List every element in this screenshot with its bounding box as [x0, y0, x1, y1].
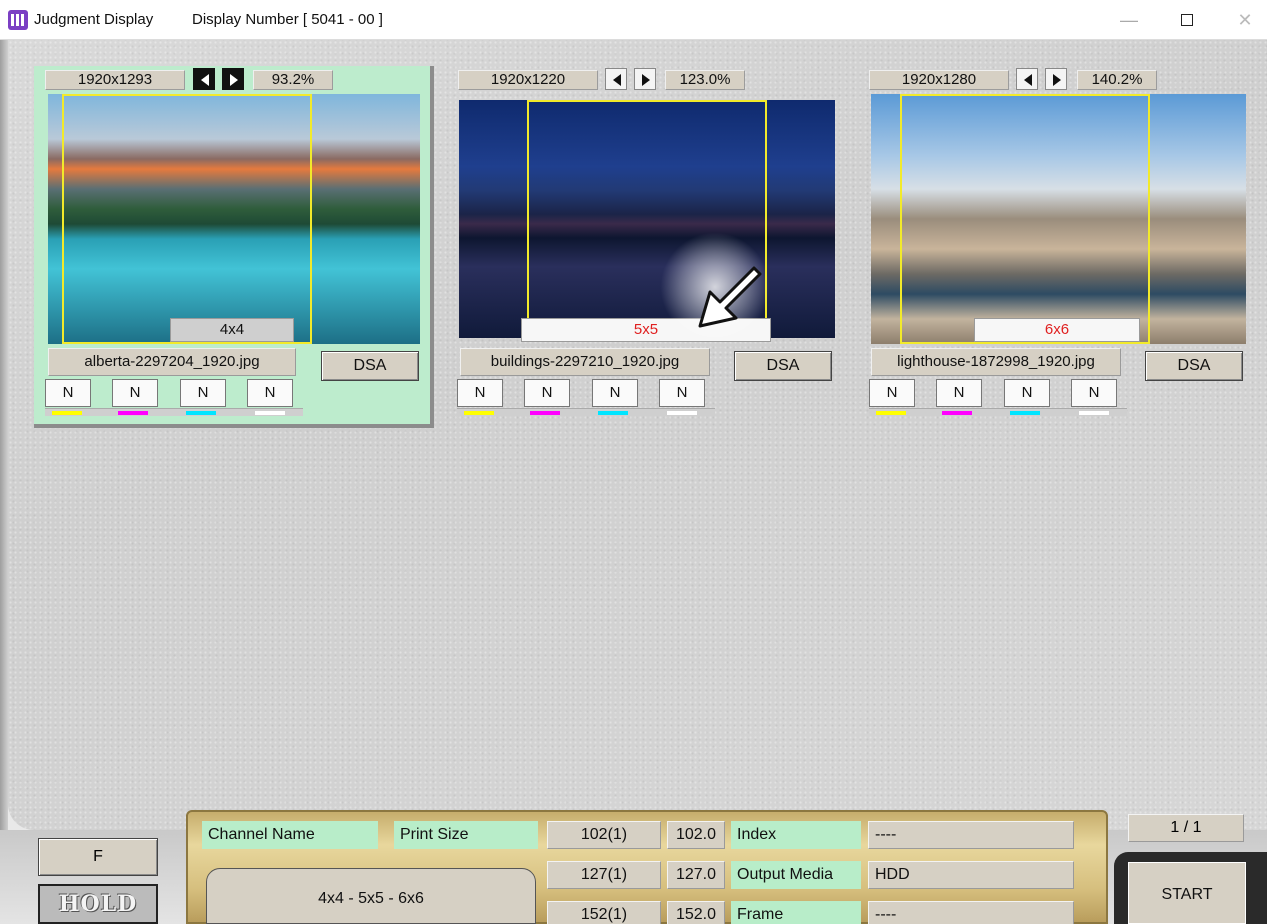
- next-button[interactable]: [222, 68, 244, 90]
- cyan-swatch: [598, 411, 628, 415]
- frame-label: Frame: [731, 901, 861, 924]
- size-value-1: 102.0: [667, 821, 725, 849]
- right-arrow-icon: [1053, 74, 1061, 86]
- white-swatch: [1079, 411, 1109, 415]
- channel-button-cyan[interactable]: N: [1004, 379, 1050, 407]
- index-value: ----: [868, 821, 1074, 849]
- magenta-swatch: [942, 411, 972, 415]
- cyan-swatch: [186, 411, 216, 415]
- cyan-swatch: [1010, 411, 1040, 415]
- close-button[interactable]: ✕: [1222, 6, 1267, 34]
- yellow-swatch: [464, 411, 494, 415]
- channel-button-yellow[interactable]: N: [869, 379, 915, 407]
- left-arrow-icon: [613, 74, 621, 86]
- minimize-button[interactable]: —: [1106, 6, 1152, 34]
- zoom-field: 123.0%: [665, 70, 745, 90]
- magenta-swatch: [530, 411, 560, 415]
- print-size-label: 6x6: [974, 318, 1140, 342]
- channel-color-strip: [457, 408, 715, 416]
- print-size-header: Print Size: [394, 821, 538, 849]
- zoom-field: 140.2%: [1077, 70, 1157, 90]
- size-count-3: 152(1): [547, 901, 661, 924]
- size-value-3: 152.0: [667, 901, 725, 924]
- channel-button-yellow[interactable]: N: [457, 379, 503, 407]
- next-button[interactable]: [1045, 68, 1067, 90]
- left-arrow-icon: [201, 74, 209, 86]
- yellow-swatch: [52, 411, 82, 415]
- channel-print-size-combo[interactable]: 4x4 - 5x5 - 6x6: [206, 868, 536, 924]
- crop-frame[interactable]: [62, 94, 312, 344]
- hold-button[interactable]: HOLD: [38, 884, 158, 924]
- magenta-swatch: [118, 411, 148, 415]
- channel-button-magenta[interactable]: N: [112, 379, 158, 407]
- dsa-button[interactable]: DSA: [734, 351, 832, 381]
- channel-button-cyan[interactable]: N: [180, 379, 226, 407]
- zoom-field: 93.2%: [253, 70, 333, 90]
- title-bar: Judgment Display Display Number [ 5041 -…: [0, 0, 1267, 40]
- print-size-label: 4x4: [170, 318, 294, 342]
- size-count-2: 127(1): [547, 861, 661, 889]
- app-icon: [8, 10, 28, 30]
- channel-button-white[interactable]: N: [659, 379, 705, 407]
- channel-color-strip: [869, 408, 1127, 416]
- channel-button-white[interactable]: N: [247, 379, 293, 407]
- filename-field: lighthouse-1872998_1920.jpg: [871, 348, 1121, 376]
- frame-value: ----: [868, 901, 1074, 924]
- resolution-field: 1920x1220: [458, 70, 598, 90]
- filename-field: buildings-2297210_1920.jpg: [460, 348, 710, 376]
- resolution-field: 1920x1280: [869, 70, 1009, 90]
- maximize-button[interactable]: [1164, 6, 1210, 34]
- right-arrow-icon: [642, 74, 650, 86]
- white-swatch: [667, 411, 697, 415]
- output-media-value: HDD: [868, 861, 1074, 889]
- prev-button[interactable]: [1016, 68, 1038, 90]
- size-count-1: 102(1): [547, 821, 661, 849]
- output-media-label: Output Media: [731, 861, 861, 889]
- white-swatch: [255, 411, 285, 415]
- channel-name-label: Channel Name: [202, 821, 378, 849]
- prev-button[interactable]: [605, 68, 627, 90]
- filename-field: alberta-2297204_1920.jpg: [48, 348, 296, 376]
- window-title: Judgment Display: [34, 11, 154, 28]
- left-arrow-icon: [1024, 74, 1032, 86]
- size-value-2: 127.0: [667, 861, 725, 889]
- next-button[interactable]: [634, 68, 656, 90]
- channel-button-cyan[interactable]: N: [592, 379, 638, 407]
- crop-frame[interactable]: [900, 94, 1150, 344]
- channel-color-strip: [45, 408, 303, 416]
- start-button[interactable]: START: [1128, 862, 1246, 924]
- yellow-swatch: [876, 411, 906, 415]
- display-number: Display Number [ 5041 - 00 ]: [192, 11, 383, 28]
- dsa-button[interactable]: DSA: [1145, 351, 1243, 381]
- page-indicator: 1 / 1: [1128, 814, 1244, 842]
- mouse-pointer-icon: [698, 266, 762, 328]
- resolution-field: 1920x1293: [45, 70, 185, 90]
- channel-button-magenta[interactable]: N: [936, 379, 982, 407]
- dsa-button[interactable]: DSA: [321, 351, 419, 381]
- prev-button[interactable]: [193, 68, 215, 90]
- right-arrow-icon: [230, 74, 238, 86]
- index-label: Index: [731, 821, 861, 849]
- channel-button-yellow[interactable]: N: [45, 379, 91, 407]
- panel-edge: [0, 40, 8, 924]
- channel-button-white[interactable]: N: [1071, 379, 1117, 407]
- maximize-icon: [1181, 14, 1193, 26]
- f-button[interactable]: F: [38, 838, 158, 876]
- channel-button-magenta[interactable]: N: [524, 379, 570, 407]
